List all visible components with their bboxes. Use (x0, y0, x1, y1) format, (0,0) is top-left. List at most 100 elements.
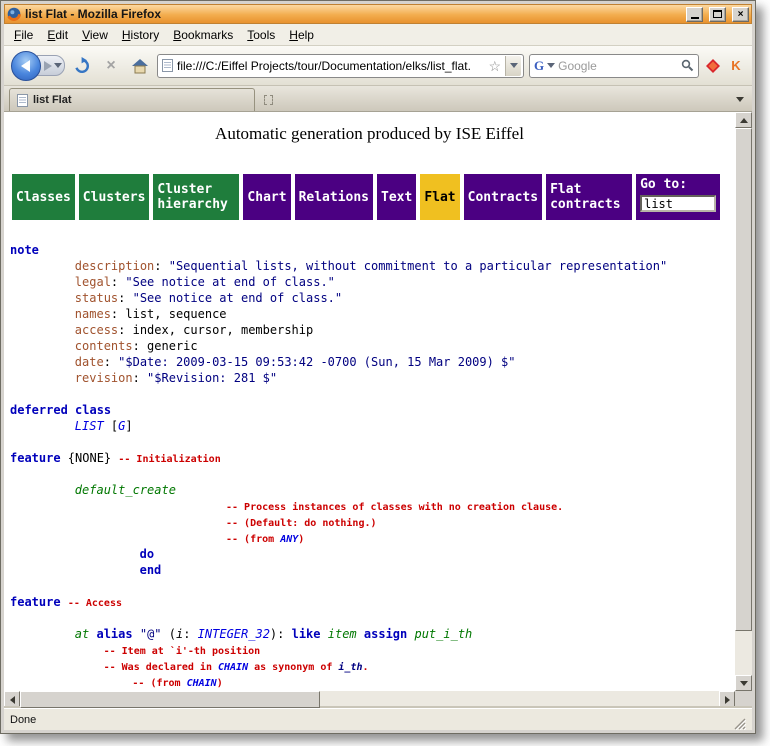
goto-label: Go to: (640, 177, 687, 192)
location-bar[interactable]: file:///C:/Eiffel Projects/tour/Document… (157, 54, 524, 78)
search-engine-dropdown-icon[interactable] (547, 63, 555, 68)
nav-tile-relations[interactable]: Relations (295, 174, 373, 220)
forward-button[interactable] (37, 55, 65, 76)
nav-tile-clusters[interactable]: Clusters (79, 174, 150, 220)
back-arrow-icon (21, 60, 30, 72)
menu-bar: FileEditViewHistoryBookmarksToolsHelp (4, 24, 752, 46)
menu-item-edit[interactable]: Edit (40, 25, 75, 45)
resize-grip[interactable] (733, 717, 746, 730)
code-line: description: "Sequential lists, without … (10, 258, 735, 274)
home-button[interactable] (128, 53, 152, 79)
menu-item-history[interactable]: History (115, 25, 166, 45)
code-line: contents: generic (10, 338, 735, 354)
code-line: -- (Default: do nothing.) (10, 514, 735, 530)
code-line: -- (from CHAIN) (10, 674, 735, 690)
menu-item-help[interactable]: Help (282, 25, 321, 45)
page-banner: Automatic generation produced by ISE Eif… (4, 124, 735, 144)
nav-tile-chart[interactable]: Chart (243, 174, 290, 220)
horizontal-scrollbar[interactable] (4, 691, 752, 708)
maximize-button[interactable] (709, 7, 726, 22)
search-icon[interactable] (681, 59, 694, 72)
code-line: status: "See notice at end of class." (10, 290, 735, 306)
firefox-window: list Flat - Mozilla Firefox × FileEditVi… (0, 0, 756, 734)
scroll-left-button[interactable] (4, 691, 20, 708)
code-line: -- (from ANY) (10, 530, 735, 546)
code-line (10, 466, 735, 482)
code-line: default_create (10, 482, 735, 498)
nav-tile-text[interactable]: Text (377, 174, 416, 220)
scrollbar-corner (735, 691, 752, 708)
code-line: legal: "See notice at end of class." (10, 274, 735, 290)
navigation-toolbar: × file:///C:/Eiffel Projects/tour/Docume… (4, 46, 752, 86)
url-text: file:///C:/Eiffel Projects/tour/Document… (177, 59, 484, 73)
new-tab-button[interactable] (258, 90, 278, 110)
red-addon-icon[interactable] (704, 56, 722, 76)
google-logo-icon: G (534, 59, 544, 72)
nav-tile-flat-contracts[interactable]: Flat contracts (546, 174, 632, 220)
down-arrow-icon (740, 681, 748, 686)
menu-item-tools[interactable]: Tools (240, 25, 282, 45)
reload-button[interactable] (70, 53, 94, 79)
back-button[interactable] (11, 51, 41, 81)
new-tab-icon (264, 95, 273, 105)
status-text: Done (10, 714, 36, 726)
code-line: date: "$Date: 2009-03-15 09:53:42 -0700 … (10, 354, 735, 370)
k-addon-icon[interactable]: K (727, 56, 745, 76)
location-dropdown-button[interactable] (505, 56, 521, 76)
vertical-scrollbar[interactable] (735, 112, 752, 691)
minimize-button[interactable] (686, 7, 703, 22)
code-line: revision: "$Revision: 281 $" (10, 370, 735, 386)
menu-item-file[interactable]: File (7, 25, 40, 45)
menu-item-view[interactable]: View (75, 25, 115, 45)
goto-input[interactable] (640, 195, 716, 212)
home-icon (131, 58, 149, 74)
code-line: -- Process instances of classes with no … (10, 498, 735, 514)
horizontal-scroll-thumb[interactable] (20, 691, 320, 708)
code-line: -- Was declared in CHAIN as synonym of i… (10, 658, 735, 674)
stop-button[interactable]: × (99, 53, 123, 79)
status-bar: Done (4, 708, 752, 730)
nav-tile-row: ClassesClustersCluster hierarchyChartRel… (12, 174, 735, 220)
horizontal-scroll-track[interactable] (20, 691, 719, 708)
forward-arrow-icon (44, 61, 52, 71)
scroll-down-button[interactable] (735, 675, 752, 691)
code-line (10, 386, 735, 402)
code-line: note (10, 242, 735, 258)
tab-list-flat[interactable]: list Flat (9, 88, 255, 111)
nav-tile-classes[interactable]: Classes (12, 174, 75, 220)
reload-icon (73, 57, 91, 75)
bookmark-star-icon[interactable]: ☆ (488, 59, 501, 73)
chevron-down-icon (736, 97, 744, 102)
nav-tiles: ClassesClustersCluster hierarchyChartRel… (12, 174, 632, 220)
menu-item-bookmarks[interactable]: Bookmarks (166, 25, 240, 45)
code-line: names: list, sequence (10, 306, 735, 322)
code-line: LIST [G] (10, 418, 735, 434)
right-arrow-icon (725, 696, 730, 704)
code-line: at alias "@" (i: INTEGER_32): like item … (10, 626, 735, 642)
chevron-down-icon (510, 63, 518, 68)
close-button[interactable]: × (732, 7, 749, 22)
code-line (10, 578, 735, 594)
search-bar[interactable]: G Google (529, 54, 699, 78)
close-icon: × (738, 9, 744, 20)
k-letter-icon: K (731, 58, 740, 73)
vertical-scroll-track[interactable] (735, 128, 752, 675)
goto-tile: Go to: (636, 174, 720, 220)
code-line: feature {NONE} -- Initialization (10, 450, 735, 466)
left-arrow-icon (10, 696, 15, 704)
list-all-tabs-button[interactable] (731, 88, 749, 110)
tab-bar: list Flat (4, 86, 752, 112)
code-line: feature -- Access (10, 594, 735, 610)
scroll-right-button[interactable] (719, 691, 735, 708)
maximize-icon (713, 10, 722, 18)
search-input[interactable]: Google (558, 59, 678, 73)
code-line (10, 434, 735, 450)
nav-tile-cluster-hierarchy[interactable]: Cluster hierarchy (153, 174, 239, 220)
page-content: Automatic generation produced by ISE Eif… (4, 112, 735, 691)
scroll-up-button[interactable] (735, 112, 752, 128)
nav-tile-contracts[interactable]: Contracts (464, 174, 542, 220)
up-arrow-icon (740, 118, 748, 123)
code-line: deferred class (10, 402, 735, 418)
nav-tile-flat[interactable]: Flat (420, 174, 459, 220)
vertical-scroll-thumb[interactable] (735, 128, 752, 631)
